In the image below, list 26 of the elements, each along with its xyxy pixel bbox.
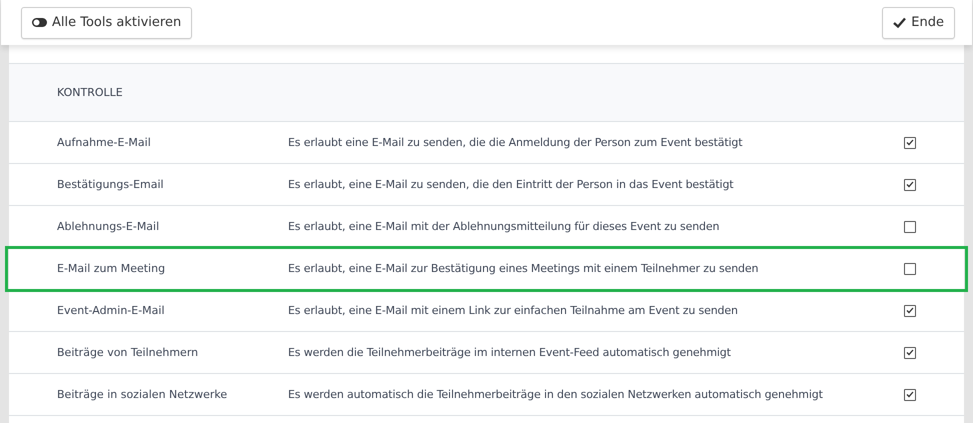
checkbox[interactable] xyxy=(904,388,916,400)
checkmark-icon xyxy=(893,17,906,28)
checkbox[interactable] xyxy=(904,346,916,358)
checkbox[interactable] xyxy=(904,220,916,232)
activate-all-tools-button[interactable]: Alle Tools aktivieren xyxy=(21,6,192,38)
setting-name: Aufnahme-E-Mail xyxy=(57,136,152,149)
setting-description: Es erlaubt, eine E-Mail mit einem Link zur einfachen Teilnahme am Event zu senden xyxy=(288,304,739,317)
checkbox[interactable] xyxy=(904,178,916,190)
setting-description: Es erlaubt, eine E-Mail zur Bestätigung eines Meetings mit einem Teilnehmer zu senden xyxy=(288,262,760,275)
setting-description: Es erlaubt, eine E-Mail mit der Ablehnungsmitteilung für dieses Event zu senden xyxy=(288,220,720,233)
setting-name: Event-Admin-E-Mail xyxy=(57,304,166,317)
section-title: KONTROLLE xyxy=(57,86,123,99)
toggle-icon xyxy=(32,18,47,27)
setting-description: Es werden automatisch die Teilnehmerbeiträge in den sozialen Netzwerken automatisch genehmigt xyxy=(288,388,824,401)
setting-description: Es erlaubt eine E-Mail zu senden, die die Anmeldung der Person zum Event bestätigt xyxy=(288,136,744,149)
checkbox[interactable] xyxy=(904,262,916,274)
setting-name: Beiträge in sozialen Netzwerke xyxy=(57,388,228,401)
setting-name: E-Mail zum Meeting xyxy=(57,262,166,275)
setting-name: Ablehnungs-E-Mail xyxy=(57,220,160,233)
setting-name: Bestätigungs-Email xyxy=(57,178,165,191)
checkbox[interactable] xyxy=(904,136,916,148)
end-button[interactable]: Ende xyxy=(882,6,955,38)
setting-description: Es erlaubt, eine E-Mail zu senden, die den Eintritt der Person in das Event bestätigt xyxy=(288,178,734,191)
setting-name: Beiträge von Teilnehmern xyxy=(57,346,200,359)
setting-description: Es werden die Teilnehmerbeiträge im internen Event-Feed automatisch genehmigt xyxy=(288,346,732,359)
checkbox[interactable] xyxy=(904,304,916,316)
